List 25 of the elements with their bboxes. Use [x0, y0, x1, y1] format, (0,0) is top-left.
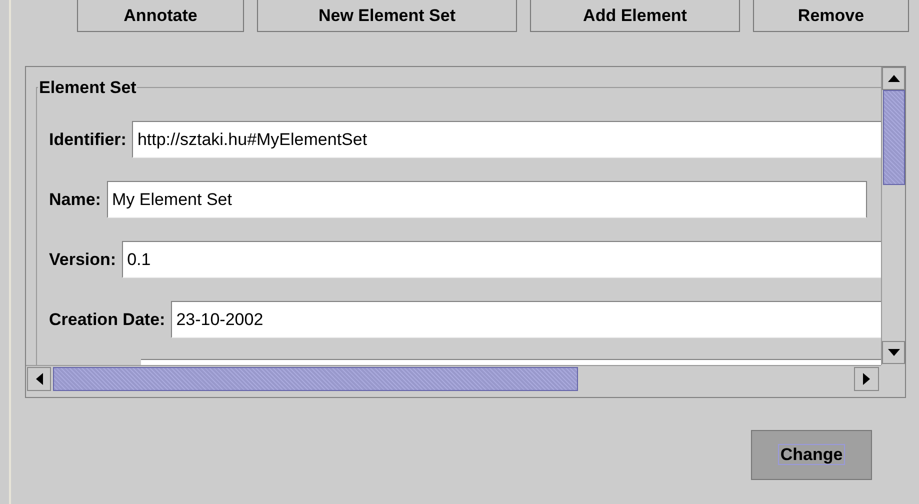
input-field[interactable]: http://sztaki.hu#MyElementSet [132, 121, 881, 158]
scroll-thumb[interactable] [53, 367, 578, 391]
toolbar-button[interactable]: Add Element [530, 0, 740, 32]
toolbar-button[interactable]: Annotate [77, 0, 244, 32]
scroll-left-button[interactable] [27, 367, 51, 391]
scroll-up-button[interactable] [882, 67, 905, 90]
input-field[interactable]: My Element Set [106, 181, 867, 218]
toolbar-button[interactable]: New Element Set [257, 0, 517, 32]
down-arrow-icon [888, 349, 900, 356]
field-label: Name: [49, 188, 101, 211]
scroll-thumb[interactable] [883, 90, 905, 185]
input-field[interactable]: 0.1 [122, 241, 881, 278]
vertical-scrollbar[interactable] [881, 67, 905, 365]
scroll-right-button[interactable] [854, 367, 879, 391]
change-button[interactable]: Change [751, 430, 872, 480]
right-arrow-icon [863, 373, 870, 385]
scroll-down-button[interactable] [882, 341, 905, 364]
field-label: Version: [49, 248, 116, 271]
up-arrow-icon [888, 75, 900, 82]
input-field[interactable]: 23-10-2002 [171, 301, 881, 338]
toolbar-button[interactable]: Remove [753, 0, 909, 32]
field-label: Identifier: [49, 128, 126, 151]
left-arrow-icon [36, 373, 42, 385]
horizontal-scrollbar[interactable] [26, 365, 881, 392]
field-label: Creation Date: [49, 308, 166, 331]
